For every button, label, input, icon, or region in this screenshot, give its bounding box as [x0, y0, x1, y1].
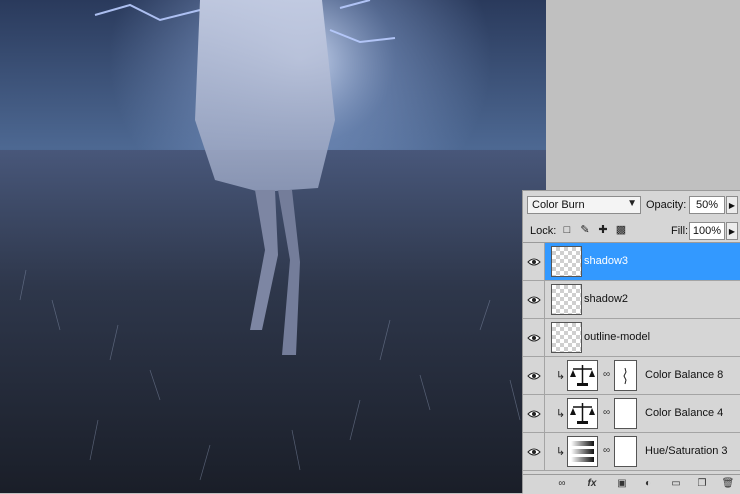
layer-name: shadow3	[584, 255, 629, 267]
clipping-arrow-icon: ↳	[556, 408, 566, 420]
chevron-down-icon: ▼	[627, 198, 637, 209]
layers-panel: Color Burn ▼ Opacity: 50% ▶ Lock: □ ✎ ✚ …	[522, 190, 740, 494]
visibility-eye-icon[interactable]	[523, 433, 545, 470]
layer-name: Hue/Saturation 3	[645, 445, 728, 457]
layers-panel-footer: ∞ fx ▣ ◐ ▭ ❐ 🗑	[523, 474, 740, 494]
layer-name: shadow2	[584, 293, 629, 305]
clipping-arrow-icon: ↳	[556, 446, 566, 458]
opacity-label: Opacity:	[646, 199, 687, 211]
layer-list: shadow3 shadow2 outline-model ↳ ∞ Color …	[523, 243, 740, 474]
balance-scale-icon	[567, 360, 598, 391]
layer-name: outline-model	[584, 331, 651, 343]
fill-input[interactable]: 100%	[689, 222, 725, 240]
layer-mask-thumbnail	[614, 398, 637, 429]
new-group-icon[interactable]: ▭	[669, 478, 683, 490]
play-right-icon: ▶	[728, 226, 736, 236]
new-layer-icon[interactable]: ❐	[695, 478, 709, 490]
visibility-eye-icon[interactable]	[523, 319, 545, 356]
visibility-eye-icon[interactable]	[523, 395, 545, 432]
lock-position-icon[interactable]: ✚	[597, 224, 609, 236]
play-right-icon: ▶	[728, 200, 736, 210]
fill-label: Fill:	[671, 225, 689, 237]
layer-row-hue-saturation-3[interactable]: ↳ ∞ Hue/Saturation 3	[523, 433, 740, 471]
canvas-artwork	[0, 0, 546, 493]
link-chain-icon[interactable]: ∞	[603, 369, 610, 380]
lock-all-icon[interactable]: ▩	[615, 224, 627, 236]
blend-opacity-row: Color Burn ▼ Opacity: 50% ▶	[523, 191, 740, 219]
layer-row-shadow3[interactable]: shadow3	[523, 243, 740, 281]
layer-row-color-balance-4[interactable]: ↳ ∞ Color Balance 4	[523, 395, 740, 433]
canvas-background-area	[546, 0, 740, 190]
lock-transparent-pixels-icon[interactable]: □	[561, 224, 573, 236]
link-chain-icon[interactable]: ∞	[603, 445, 610, 456]
layer-name: Color Balance 4	[645, 407, 724, 419]
opacity-slider-button[interactable]: ▶	[726, 196, 738, 214]
layer-row-color-balance-8[interactable]: ↳ ∞ Color Balance 8	[523, 357, 740, 395]
layer-thumbnail	[551, 284, 582, 315]
blend-mode-value: Color Burn	[532, 199, 585, 211]
link-layers-icon[interactable]: ∞	[555, 478, 569, 490]
link-chain-icon[interactable]: ∞	[603, 407, 610, 418]
visibility-eye-icon[interactable]	[523, 281, 545, 318]
hue-saturation-icon	[567, 436, 598, 467]
layer-thumbnail	[551, 322, 582, 353]
layer-row-shadow2[interactable]: shadow2	[523, 281, 740, 319]
visibility-eye-icon[interactable]	[523, 243, 545, 280]
layer-mask-thumbnail	[614, 436, 637, 467]
balance-scale-icon	[567, 398, 598, 429]
adjustment-layer-icon[interactable]: ◐	[641, 478, 655, 490]
trash-icon[interactable]: 🗑	[721, 478, 735, 490]
lock-image-pixels-icon[interactable]: ✎	[579, 224, 591, 236]
clipping-arrow-icon: ↳	[556, 370, 566, 382]
lock-label: Lock:	[530, 225, 557, 237]
fill-slider-button[interactable]: ▶	[726, 222, 738, 240]
lock-fill-row: Lock: □ ✎ ✚ ▩ Fill: 100% ▶	[523, 219, 740, 243]
layer-name: Color Balance 8	[645, 369, 724, 381]
layer-thumbnail	[551, 246, 582, 277]
add-mask-icon[interactable]: ▣	[615, 478, 629, 490]
layer-mask-thumbnail	[614, 360, 637, 391]
blend-mode-select[interactable]: Color Burn ▼	[527, 196, 641, 214]
fx-icon[interactable]: fx	[585, 478, 599, 490]
layer-row-outline-model[interactable]: outline-model	[523, 319, 740, 357]
visibility-eye-icon[interactable]	[523, 357, 545, 394]
document-canvas[interactable]	[0, 0, 546, 493]
opacity-input[interactable]: 50%	[689, 196, 725, 214]
